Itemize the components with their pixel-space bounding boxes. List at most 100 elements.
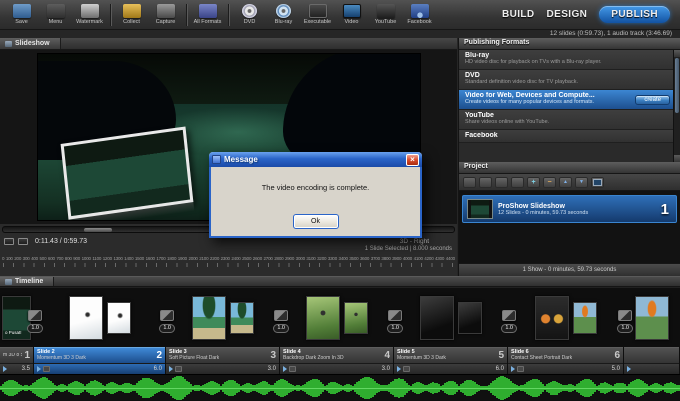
- project-show-row[interactable]: ProShow Slideshow 12 Slides - 0 minutes,…: [462, 195, 677, 223]
- pub-item-bluray[interactable]: Blu-ray HD video disc for playback on TV…: [459, 50, 680, 70]
- remove-show-icon[interactable]: [543, 176, 556, 188]
- collect-button[interactable]: Collect: [115, 1, 148, 29]
- mode-design[interactable]: DESIGN: [547, 9, 588, 20]
- pub-item-dvd[interactable]: DVD Standard definition video disc for T…: [459, 69, 680, 90]
- layer-list-icon[interactable]: [517, 366, 524, 372]
- slide-5-layer-thumbnail[interactable]: [457, 301, 482, 334]
- dvd-button[interactable]: DVD: [233, 1, 266, 29]
- fullscreen-icon[interactable]: [4, 237, 14, 245]
- play-icon[interactable]: [283, 366, 287, 372]
- layer-list-icon[interactable]: [403, 366, 410, 372]
- save-button[interactable]: Save: [5, 1, 38, 29]
- slide-3-effect: Soft Picture Float Dark: [169, 354, 220, 361]
- slide-6[interactable]: Slide 6 Contact Sheet Portrait Dark 6 5.…: [508, 288, 633, 374]
- executable-label: Executable: [303, 19, 332, 25]
- timeline-ruler[interactable]: 0 100 200 300 400 500 600 700 800 900 1000 1100 1200…: [0, 254, 457, 263]
- pub-item-facebook[interactable]: Facebook: [459, 129, 680, 143]
- audio-waveform[interactable]: [0, 374, 680, 401]
- all-formats-button[interactable]: All Formats: [191, 1, 224, 29]
- slide-3[interactable]: Slide 3 Soft Picture Float Dark 3 3.0 1.…: [166, 288, 289, 374]
- transition-3-4[interactable]: 1.0: [273, 310, 289, 333]
- executable-button[interactable]: Executable: [301, 1, 334, 29]
- youtube-button[interactable]: YouTube: [369, 1, 402, 29]
- watermark-label: Watermark: [76, 19, 103, 25]
- layer-list-icon[interactable]: [43, 366, 50, 372]
- timeline-slides-row: o Pusat! m 3D 8 Spo 1 3.5 1.0: [0, 288, 680, 374]
- show-list-icon[interactable]: [463, 176, 476, 188]
- seekbar-thumb[interactable]: [84, 228, 113, 232]
- play-icon[interactable]: [397, 366, 401, 372]
- slide-1-namebar: m 3D 8 Spo 1: [0, 347, 33, 363]
- bluray-button[interactable]: Blu-ray: [267, 1, 300, 29]
- slide-4[interactable]: Slide 4 Backdrop Dark Zoom In 3D 4 3.0 1…: [280, 288, 403, 374]
- play-icon[interactable]: [511, 366, 515, 372]
- mode-publish[interactable]: PUBLISH: [599, 6, 670, 23]
- slide-3-thumbnail[interactable]: [191, 295, 226, 340]
- facebook-button[interactable]: Facebook: [403, 1, 436, 29]
- display-icon[interactable]: [591, 176, 604, 188]
- timeline-ruler-wrap[interactable]: 0 100 200 300 400 500 600 700 800 900 1000 1100 1200…: [0, 254, 457, 267]
- publishing-scrollbar[interactable]: [673, 50, 680, 162]
- transition-4-5[interactable]: 1.0: [387, 310, 403, 333]
- slide-3-layer-thumbnail[interactable]: [229, 301, 254, 334]
- transition-duration: 1.0: [617, 324, 633, 333]
- fit-screen-icon[interactable]: [18, 237, 28, 245]
- pub-item-youtube[interactable]: YouTube Share videos online with YouTube…: [459, 109, 680, 130]
- move-up-icon[interactable]: [559, 176, 572, 188]
- slide-3-namebar: Slide 3 Soft Picture Float Dark 3: [166, 347, 279, 363]
- video-button[interactable]: Video: [335, 1, 368, 29]
- slide-4-namebar: Slide 4 Backdrop Dark Zoom In 3D 4: [280, 347, 393, 363]
- slide-6-layer-thumbnail[interactable]: [572, 301, 597, 334]
- slide-1[interactable]: o Pusat! m 3D 8 Spo 1 3.5 1.0: [0, 288, 43, 374]
- slide-5-thumbnail[interactable]: [419, 295, 454, 340]
- layers-icon[interactable]: [511, 176, 524, 188]
- menu-icon: [46, 4, 65, 18]
- dialog-titlebar[interactable]: Message: [209, 152, 422, 167]
- transition-duration: 1.0: [27, 324, 43, 333]
- create-button[interactable]: create: [635, 94, 670, 105]
- move-down-icon[interactable]: [575, 176, 588, 188]
- dvd-label: DVD: [243, 19, 256, 25]
- slide-7-thumbnail[interactable]: [634, 295, 669, 340]
- play-icon[interactable]: [37, 366, 41, 372]
- slide-5[interactable]: Slide 5 Momentum 3D 3 Dark 5 6.0 1.0: [394, 288, 517, 374]
- bluray-disc-icon: [276, 4, 291, 18]
- ok-button[interactable]: Ok: [292, 214, 339, 229]
- pub-item-desc: HD video disc for playback on TVs with a…: [465, 59, 602, 65]
- slide-2[interactable]: Slide 2 Momentum 3D 3 Dark 2 6.0 1.0: [34, 288, 175, 374]
- capture-button[interactable]: Capture: [149, 1, 182, 29]
- scroll-down-icon[interactable]: [674, 155, 680, 162]
- transition-6-7[interactable]: 1.0: [617, 310, 633, 333]
- transition-5-6[interactable]: 1.0: [501, 310, 517, 333]
- slideshow-item-icon[interactable]: [479, 176, 492, 188]
- facebook-label: Facebook: [407, 19, 432, 25]
- all-formats-label: All Formats: [193, 19, 222, 25]
- menu-label: Menu: [48, 19, 63, 25]
- add-show-icon[interactable]: [527, 176, 540, 188]
- scrollbar-thumb[interactable]: [675, 58, 679, 113]
- slide-4-layer-thumbnail[interactable]: [343, 301, 368, 334]
- play-icon[interactable]: [169, 366, 173, 372]
- play-icon[interactable]: [627, 366, 631, 372]
- pub-item-video-for-web[interactable]: Video for Web, Devices and Compute... Cr…: [459, 89, 680, 110]
- layer-list-icon[interactable]: [289, 366, 296, 372]
- play-icon[interactable]: [3, 366, 7, 372]
- scroll-up-icon[interactable]: [674, 50, 680, 57]
- slide-6-thumbnail[interactable]: [534, 295, 569, 340]
- transition-1-2[interactable]: 1.0: [27, 310, 43, 333]
- slide-6-namebar: Slide 6 Contact Sheet Portrait Dark 6: [508, 347, 623, 363]
- transition-2-3[interactable]: 1.0: [159, 310, 175, 333]
- slide-2-layer-thumbnail[interactable]: [106, 301, 131, 334]
- show-meta: ProShow Slideshow 12 Slides - 0 minutes,…: [498, 203, 588, 216]
- tab-slideshow[interactable]: Slideshow: [0, 38, 61, 49]
- pub-item-name: YouTube: [465, 111, 494, 119]
- slide-4-thumbnail[interactable]: [305, 295, 340, 340]
- menu-button[interactable]: Menu: [39, 1, 72, 29]
- watermark-button[interactable]: Watermark: [73, 1, 106, 29]
- mode-build[interactable]: BUILD: [502, 9, 535, 20]
- filmstrip-small-icon[interactable]: [495, 176, 508, 188]
- tab-timeline[interactable]: Timeline: [0, 277, 55, 286]
- layer-list-icon[interactable]: [175, 366, 182, 372]
- slide-2-thumbnail[interactable]: [68, 295, 103, 340]
- close-icon[interactable]: [406, 153, 419, 166]
